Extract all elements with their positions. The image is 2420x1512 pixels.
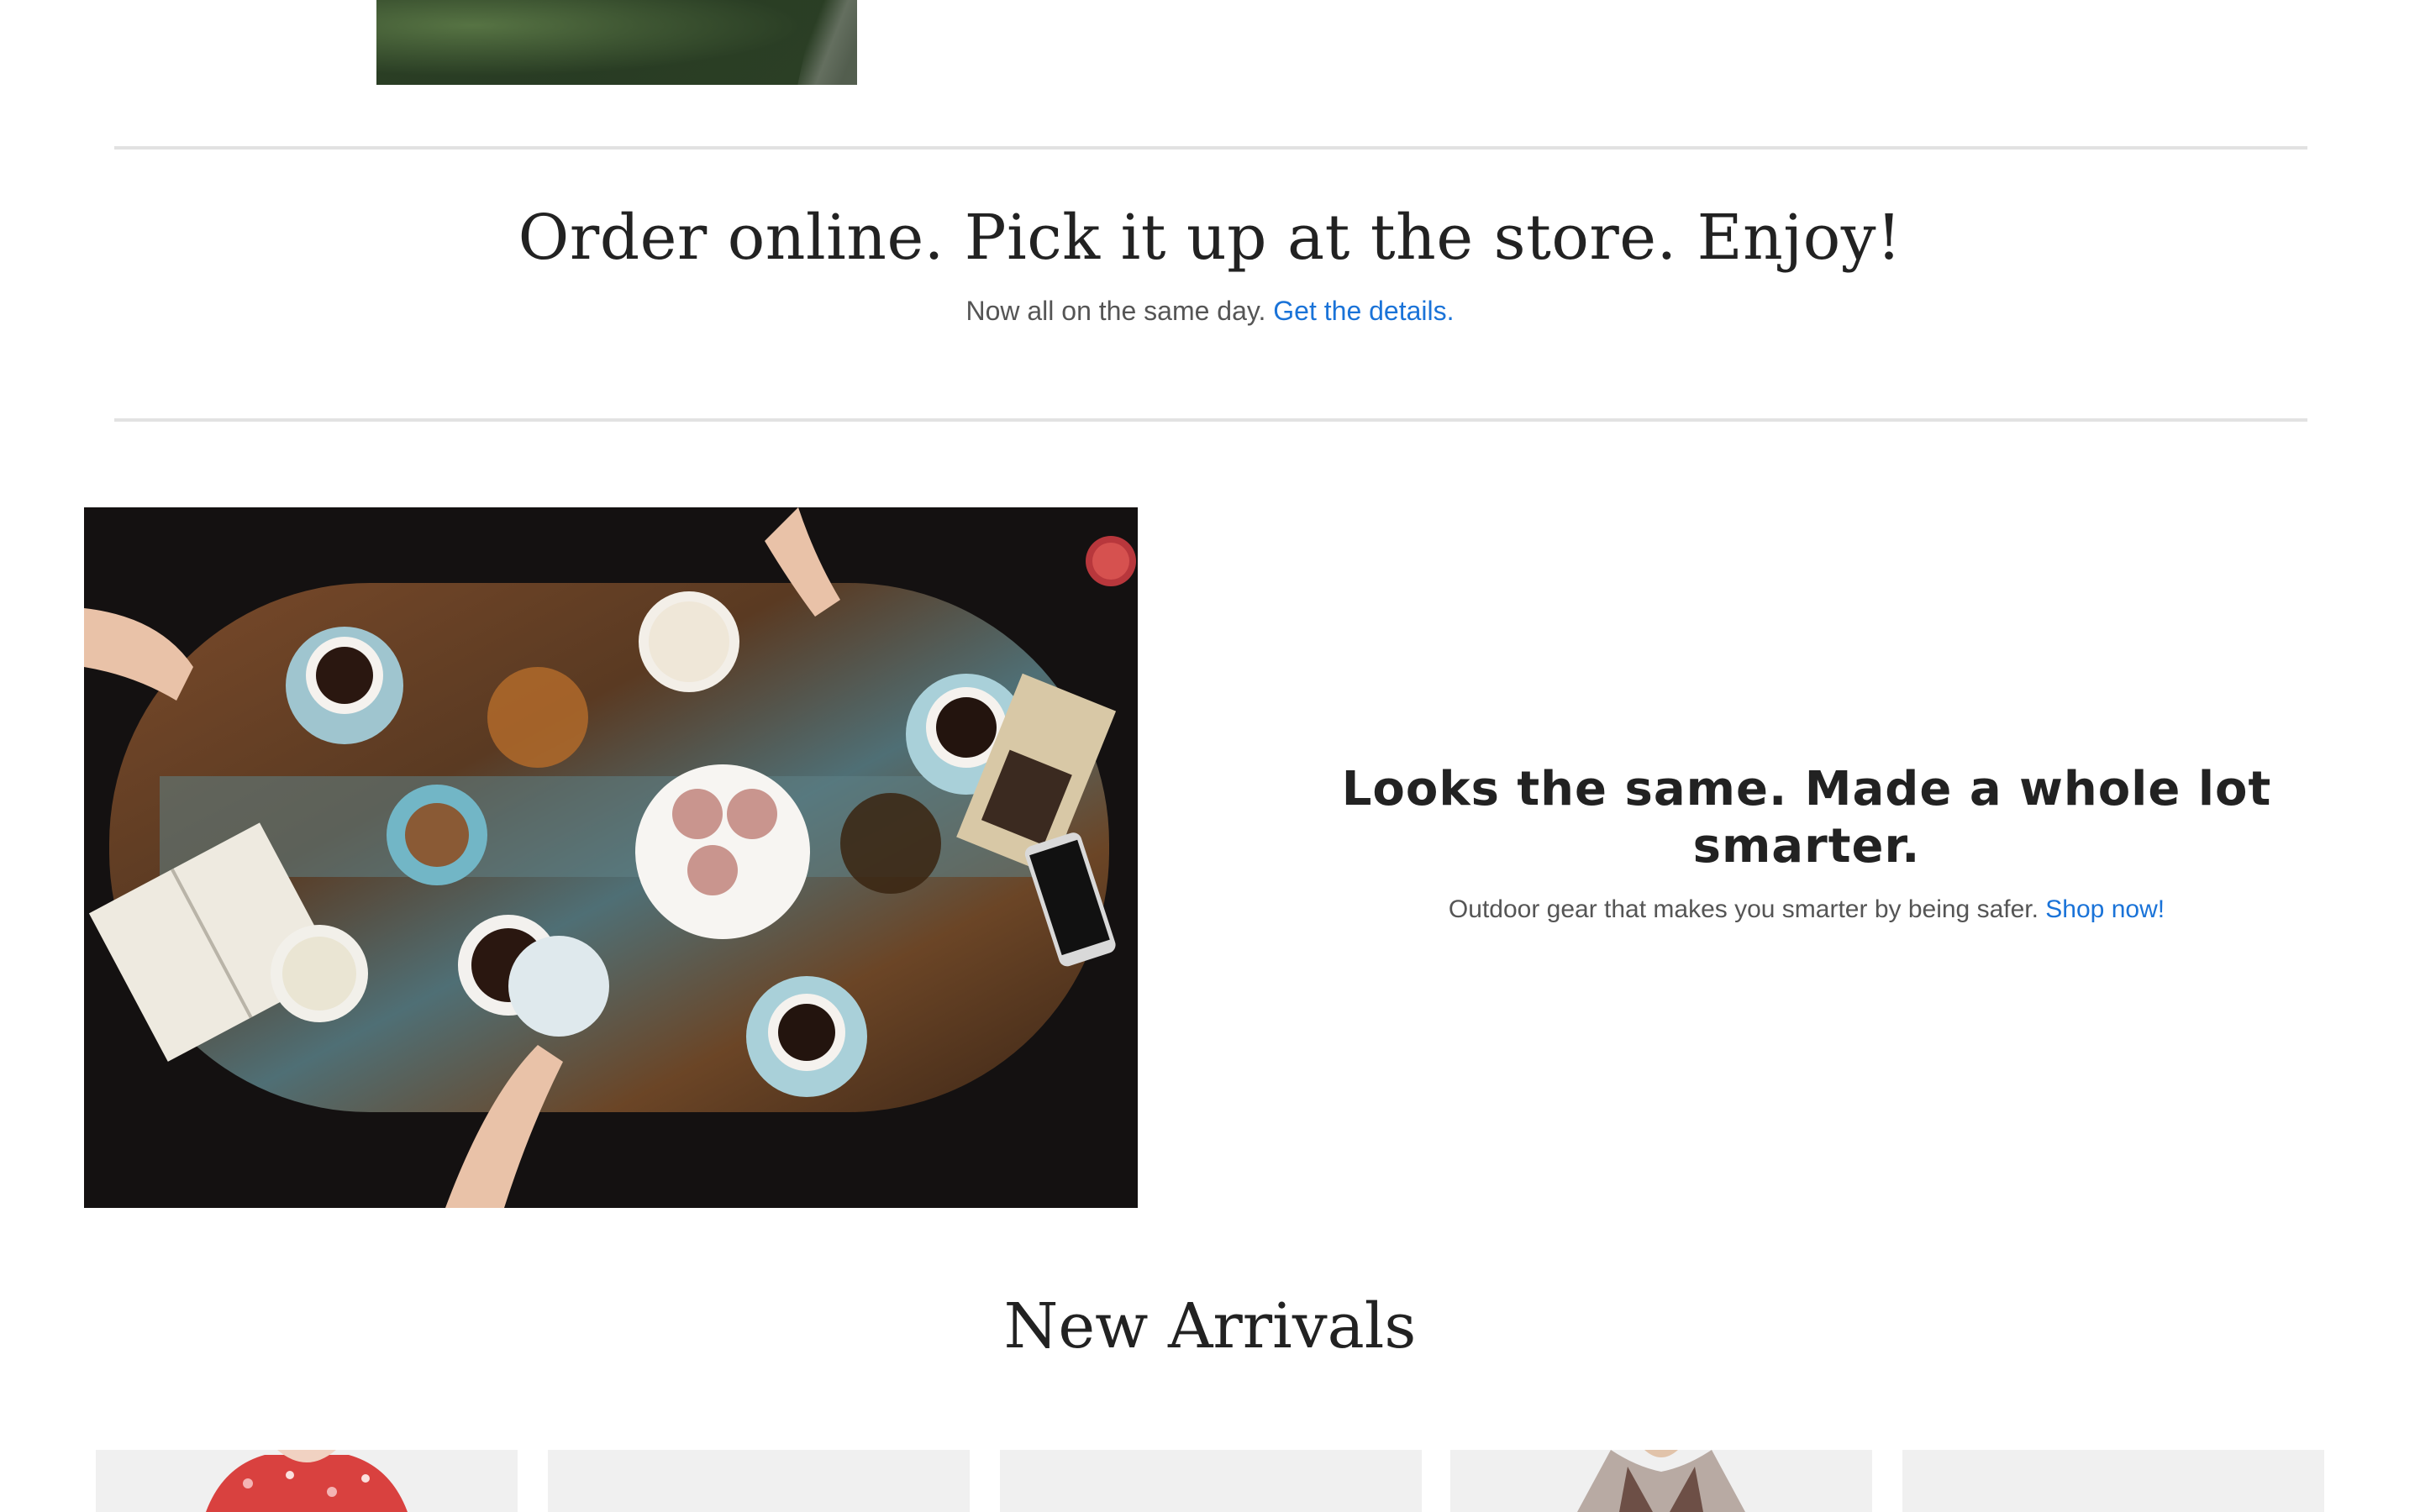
promo-subtext-text: Now all on the same day. (965, 296, 1266, 326)
promo-headline: Order online. Pick it up at the store. E… (518, 202, 1902, 274)
product-image-patterned-shirt (1577, 1450, 1745, 1512)
section-divider-top (114, 146, 2307, 150)
feature-text-block: Looks the same. Made a whole lot smarter… (1311, 761, 2302, 924)
product-image-floral-top (206, 1450, 408, 1512)
feature-subtext-text: Outdoor gear that makes you smarter by b… (1448, 895, 2039, 923)
product-card[interactable] (1450, 1450, 1872, 1512)
feature-title: Looks the same. Made a whole lot smarter… (1341, 762, 2272, 874)
shop-now-link[interactable]: Shop now! (2045, 895, 2165, 923)
feature-subtext: Outdoor gear that makes you smarter by b… (1311, 895, 2302, 924)
product-card[interactable] (1000, 1450, 1422, 1512)
get-details-link[interactable]: Get the details. (1273, 296, 1454, 326)
product-card[interactable] (96, 1450, 518, 1512)
new-arrivals-title: New Arrivals (1003, 1290, 1417, 1362)
promo-subtext: Now all on the same day. Get the details… (0, 296, 2420, 327)
top-partial-image (376, 0, 857, 85)
product-card[interactable] (548, 1450, 970, 1512)
feature-image-coffee-table (84, 507, 1138, 1208)
section-divider-bottom (114, 418, 2307, 422)
product-card[interactable] (1902, 1450, 2324, 1512)
